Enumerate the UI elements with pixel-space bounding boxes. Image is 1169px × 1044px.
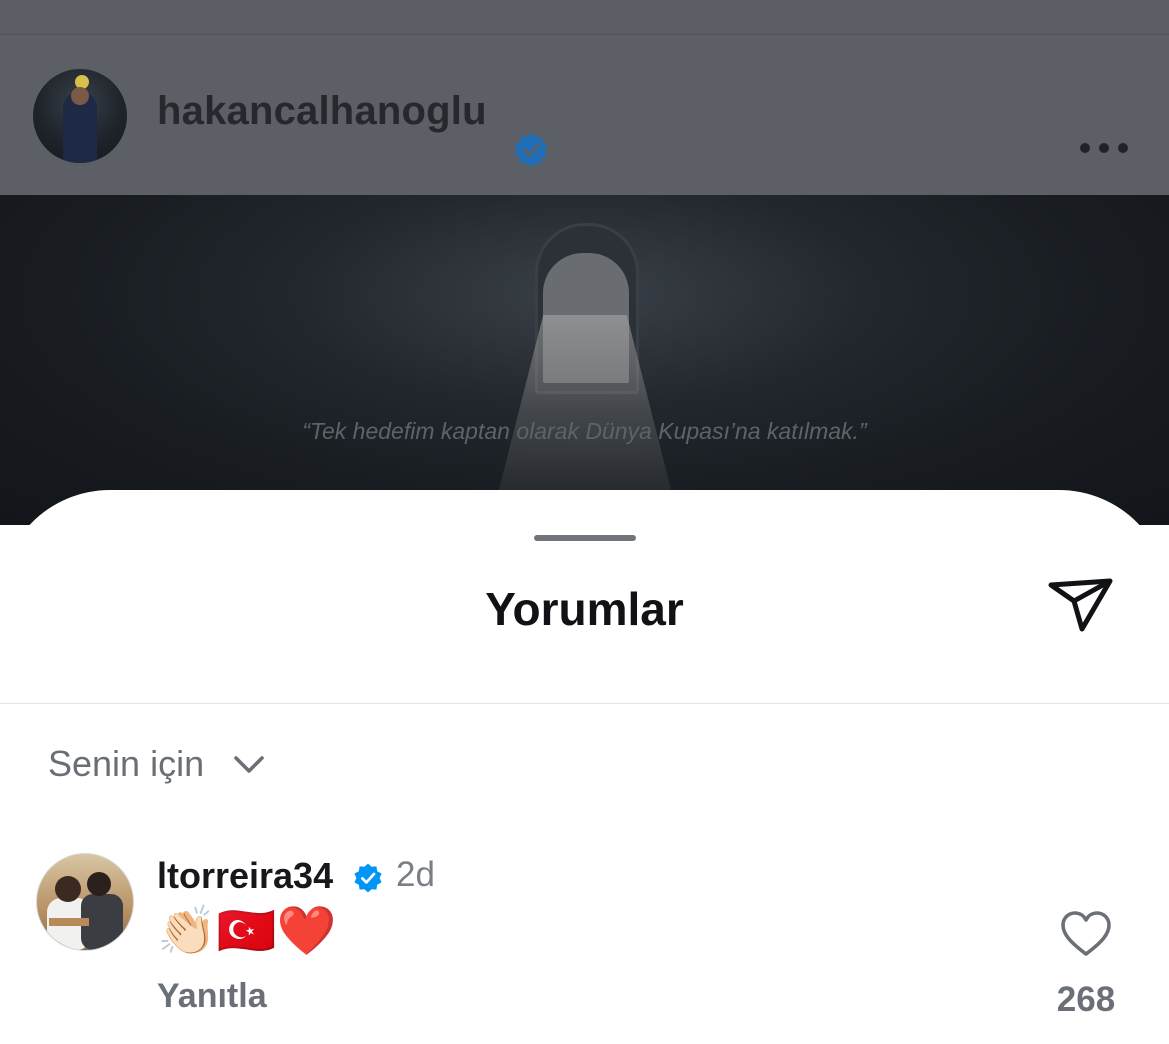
player-head bbox=[71, 87, 89, 105]
verified-badge-icon bbox=[354, 863, 382, 893]
person-head bbox=[87, 872, 111, 896]
dot bbox=[1080, 143, 1090, 153]
reply-button[interactable]: Yanıtla bbox=[157, 977, 267, 1016]
heart-outline-icon[interactable] bbox=[1060, 910, 1112, 958]
post-image[interactable]: “Tek hedefim kaptan olarak Dünya Kupası’… bbox=[0, 195, 1169, 525]
image-quote-text: “Tek hedefim kaptan olarak Dünya Kupası’… bbox=[302, 418, 867, 444]
sheet-title: Yorumlar bbox=[485, 583, 684, 635]
dot bbox=[1099, 143, 1109, 153]
dot bbox=[1118, 143, 1128, 153]
like-count: 268 bbox=[1056, 980, 1116, 1019]
commenter-username[interactable]: ltorreira34 bbox=[157, 855, 333, 897]
verified-badge-icon bbox=[514, 132, 548, 168]
post-author-username[interactable]: hakancalhanoglu bbox=[157, 89, 487, 134]
comment-text: 👏🏻🇹🇷❤️ bbox=[157, 905, 337, 958]
more-options-icon[interactable] bbox=[1078, 138, 1130, 158]
sheet-drag-handle[interactable] bbox=[534, 535, 636, 541]
post-header: hakancalhanoglu bbox=[0, 35, 1169, 195]
commenter-avatar[interactable] bbox=[36, 853, 134, 951]
sofa-shape bbox=[49, 918, 89, 926]
person-head bbox=[55, 876, 81, 902]
sort-label: Senin için bbox=[48, 743, 205, 784]
status-area bbox=[0, 0, 1169, 34]
comments-sheet: Yorumlar Senin için ltorreira34 2d 👏🏻🇹🇷❤… bbox=[0, 490, 1169, 1044]
chevron-down-icon bbox=[234, 756, 264, 773]
post-author-avatar[interactable] bbox=[33, 69, 127, 163]
sort-dropdown[interactable]: Senin için bbox=[48, 741, 266, 787]
divider bbox=[0, 703, 1169, 704]
instagram-comments-screen: hakancalhanoglu “Tek hedefim kaptan olar… bbox=[0, 0, 1169, 1044]
paper-plane-icon[interactable] bbox=[1046, 575, 1116, 635]
comment-timestamp: 2d bbox=[396, 855, 435, 894]
